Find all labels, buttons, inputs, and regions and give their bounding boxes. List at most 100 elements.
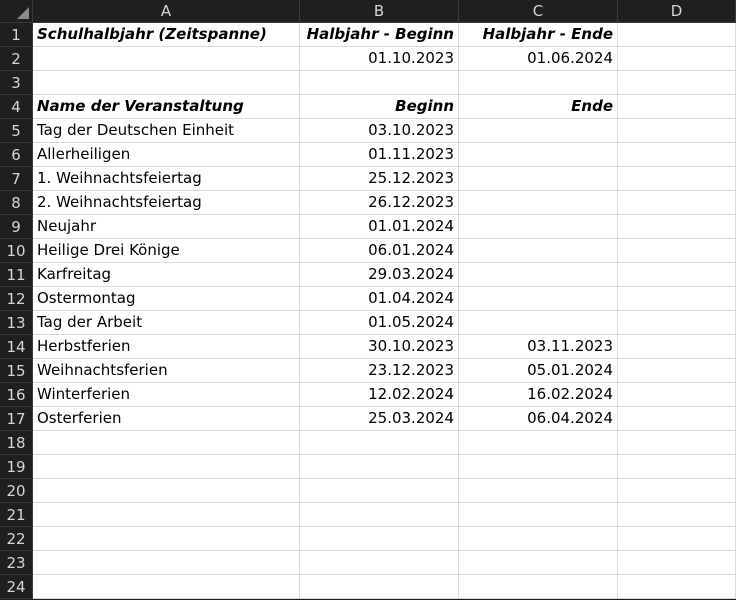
cell-c[interactable]: 01.06.2024 bbox=[459, 47, 618, 71]
cell-d[interactable] bbox=[618, 311, 736, 335]
row-header[interactable]: 12 bbox=[0, 287, 33, 311]
row-header[interactable]: 9 bbox=[0, 215, 33, 239]
row-header[interactable]: 6 bbox=[0, 143, 33, 167]
cell-b[interactable] bbox=[300, 71, 459, 95]
cell-d[interactable] bbox=[618, 551, 736, 575]
row-header[interactable]: 14 bbox=[0, 335, 33, 359]
cell-d[interactable] bbox=[618, 167, 736, 191]
cell-c[interactable] bbox=[459, 119, 618, 143]
cell-d[interactable] bbox=[618, 335, 736, 359]
cell-b[interactable]: 01.11.2023 bbox=[300, 143, 459, 167]
column-header-d[interactable]: D bbox=[618, 0, 736, 23]
cell-b[interactable]: 26.12.2023 bbox=[300, 191, 459, 215]
row-header[interactable]: 17 bbox=[0, 407, 33, 431]
cell-d[interactable] bbox=[618, 95, 736, 119]
cell-b[interactable]: 01.10.2023 bbox=[300, 47, 459, 71]
row-header[interactable]: 20 bbox=[0, 479, 33, 503]
cell-b[interactable]: 06.01.2024 bbox=[300, 239, 459, 263]
cell-c[interactable] bbox=[459, 575, 618, 599]
cell-b[interactable] bbox=[300, 527, 459, 551]
cell-c[interactable] bbox=[459, 479, 618, 503]
cell-a[interactable] bbox=[33, 71, 300, 95]
row-header[interactable]: 21 bbox=[0, 503, 33, 527]
cell-d[interactable] bbox=[618, 359, 736, 383]
cell-b[interactable]: 30.10.2023 bbox=[300, 335, 459, 359]
row-header[interactable]: 11 bbox=[0, 263, 33, 287]
column-header-a[interactable]: A bbox=[33, 0, 300, 23]
cell-b[interactable] bbox=[300, 455, 459, 479]
cell-a[interactable] bbox=[33, 431, 300, 455]
cell-d[interactable] bbox=[618, 527, 736, 551]
cell-a[interactable]: Weihnachtsferien bbox=[33, 359, 300, 383]
row-header[interactable]: 5 bbox=[0, 119, 33, 143]
cell-d[interactable] bbox=[618, 455, 736, 479]
cell-d[interactable] bbox=[618, 239, 736, 263]
cell-d[interactable] bbox=[618, 407, 736, 431]
cell-c[interactable]: Ende bbox=[459, 95, 618, 119]
cell-b[interactable]: 12.02.2024 bbox=[300, 383, 459, 407]
row-header[interactable]: 10 bbox=[0, 239, 33, 263]
row-header[interactable]: 22 bbox=[0, 527, 33, 551]
column-header-b[interactable]: B bbox=[300, 0, 459, 23]
row-header[interactable]: 16 bbox=[0, 383, 33, 407]
cell-d[interactable] bbox=[618, 431, 736, 455]
cell-c[interactable]: 03.11.2023 bbox=[459, 335, 618, 359]
cell-c[interactable] bbox=[459, 143, 618, 167]
cell-b[interactable]: 01.04.2024 bbox=[300, 287, 459, 311]
cell-a[interactable] bbox=[33, 479, 300, 503]
cell-a[interactable]: 1. Weihnachtsfeiertag bbox=[33, 167, 300, 191]
cell-c[interactable] bbox=[459, 215, 618, 239]
cell-b[interactable] bbox=[300, 503, 459, 527]
cell-a[interactable] bbox=[33, 47, 300, 71]
cell-b[interactable]: 03.10.2023 bbox=[300, 119, 459, 143]
cell-b[interactable]: 25.12.2023 bbox=[300, 167, 459, 191]
cell-a[interactable]: Tag der Arbeit bbox=[33, 311, 300, 335]
column-header-c[interactable]: C bbox=[459, 0, 618, 23]
cell-c[interactable] bbox=[459, 71, 618, 95]
select-all-corner[interactable] bbox=[0, 0, 33, 23]
row-header[interactable]: 24 bbox=[0, 575, 33, 599]
row-header[interactable]: 1 bbox=[0, 23, 33, 47]
cell-d[interactable] bbox=[618, 71, 736, 95]
cell-c[interactable] bbox=[459, 287, 618, 311]
cell-b[interactable]: 01.01.2024 bbox=[300, 215, 459, 239]
cell-c[interactable]: 06.04.2024 bbox=[459, 407, 618, 431]
row-header[interactable]: 8 bbox=[0, 191, 33, 215]
row-header[interactable]: 13 bbox=[0, 311, 33, 335]
cell-c[interactable] bbox=[459, 503, 618, 527]
cell-b[interactable]: 23.12.2023 bbox=[300, 359, 459, 383]
cell-c[interactable] bbox=[459, 167, 618, 191]
cell-b[interactable] bbox=[300, 479, 459, 503]
cell-d[interactable] bbox=[618, 191, 736, 215]
cell-a[interactable] bbox=[33, 503, 300, 527]
cell-a[interactable] bbox=[33, 575, 300, 599]
cell-d[interactable] bbox=[618, 263, 736, 287]
cell-a[interactable]: Name der Veranstaltung bbox=[33, 95, 300, 119]
cell-d[interactable] bbox=[618, 479, 736, 503]
row-header[interactable]: 7 bbox=[0, 167, 33, 191]
cell-a[interactable]: Winterferien bbox=[33, 383, 300, 407]
row-header[interactable]: 4 bbox=[0, 95, 33, 119]
cell-c[interactable] bbox=[459, 527, 618, 551]
cell-d[interactable] bbox=[618, 383, 736, 407]
row-header[interactable]: 23 bbox=[0, 551, 33, 575]
cell-c[interactable] bbox=[459, 551, 618, 575]
cell-a[interactable]: Karfreitag bbox=[33, 263, 300, 287]
cell-d[interactable] bbox=[618, 575, 736, 599]
cell-a[interactable] bbox=[33, 455, 300, 479]
cell-a[interactable]: Herbstferien bbox=[33, 335, 300, 359]
cell-a[interactable]: 2. Weihnachtsfeiertag bbox=[33, 191, 300, 215]
cell-c[interactable] bbox=[459, 311, 618, 335]
cell-d[interactable] bbox=[618, 119, 736, 143]
cell-c[interactable]: 16.02.2024 bbox=[459, 383, 618, 407]
cell-c[interactable] bbox=[459, 191, 618, 215]
cell-d[interactable] bbox=[618, 143, 736, 167]
row-header[interactable]: 3 bbox=[0, 71, 33, 95]
cell-d[interactable] bbox=[618, 23, 736, 47]
cell-b[interactable]: Halbjahr - Beginn bbox=[300, 23, 459, 47]
cell-c[interactable] bbox=[459, 455, 618, 479]
row-header[interactable]: 15 bbox=[0, 359, 33, 383]
cell-a[interactable]: Ostermontag bbox=[33, 287, 300, 311]
cell-a[interactable] bbox=[33, 551, 300, 575]
cell-a[interactable]: Neujahr bbox=[33, 215, 300, 239]
